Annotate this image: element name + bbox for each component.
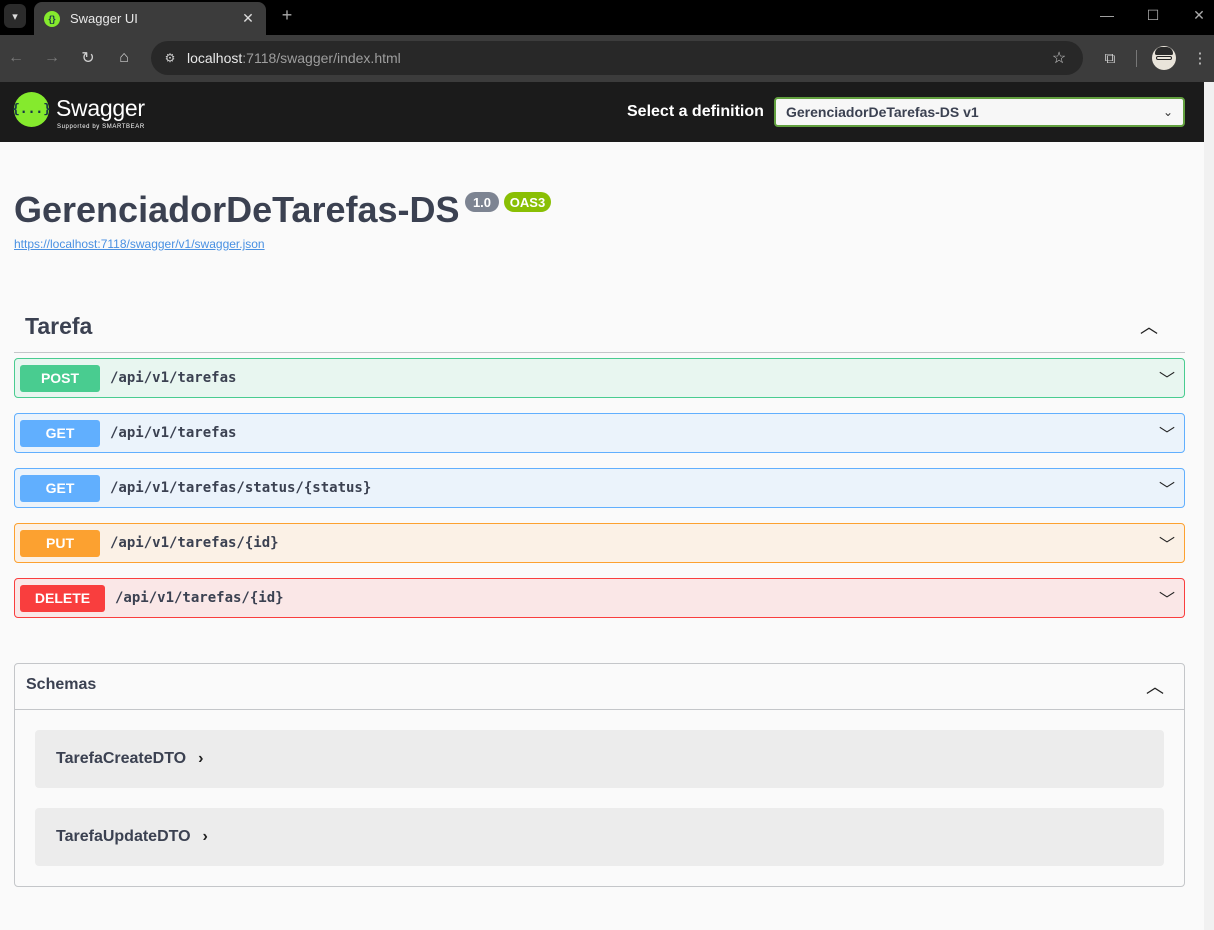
maximize-icon[interactable]: ☐ <box>1130 0 1176 30</box>
avatar-hair <box>1155 47 1173 55</box>
opblock-get-tarefas-status[interactable]: GET /api/v1/tarefas/status/{status} ﹀ <box>14 468 1185 508</box>
close-window-icon[interactable]: ✕ <box>1176 0 1214 30</box>
toolbar-divider <box>1136 50 1137 67</box>
page-scrollbar[interactable] <box>1204 82 1214 930</box>
address-bar[interactable]: ⚙ localhost:7118/swagger/index.html ☆ <box>151 41 1083 75</box>
menu-kebab-icon[interactable]: ⋮ <box>1188 46 1212 70</box>
method-badge: DELETE <box>20 584 105 612</box>
chevron-right-icon[interactable]: › <box>198 750 203 768</box>
back-icon[interactable]: ← <box>4 46 28 70</box>
site-info-icon[interactable]: ⚙ <box>161 49 179 67</box>
model-tarefa-create-dto[interactable]: TarefaCreateDTO › <box>35 730 1164 788</box>
opblock-put-tarefa[interactable]: PUT /api/v1/tarefas/{id} ﹀ <box>14 523 1185 563</box>
version-badge: 1.0 <box>465 192 499 212</box>
chevron-up-icon[interactable]: ︿ <box>1142 674 1168 698</box>
chevron-down-icon[interactable]: ﹀ <box>1154 476 1180 500</box>
tab-close-icon[interactable]: ✕ <box>238 10 258 27</box>
chevron-down-icon[interactable]: ﹀ <box>1154 366 1180 390</box>
operation-path: /api/v1/tarefas/{id} <box>110 535 279 551</box>
oas-badge: OAS3 <box>504 192 551 212</box>
avatar-glasses <box>1156 56 1172 60</box>
method-badge: GET <box>20 419 100 447</box>
chevron-down-icon[interactable]: ﹀ <box>1154 531 1180 555</box>
opblock-post-tarefas[interactable]: POST /api/v1/tarefas ﹀ <box>14 358 1185 398</box>
profile-avatar[interactable] <box>1152 46 1176 70</box>
bookmark-star-icon[interactable]: ☆ <box>1049 48 1069 68</box>
opblock-delete-tarefa[interactable]: DELETE /api/v1/tarefas/{id} ﹀ <box>14 578 1185 618</box>
chevron-right-icon[interactable]: › <box>203 828 208 846</box>
divider <box>14 352 1185 353</box>
operation-path: /api/v1/tarefas/status/{status} <box>110 480 372 496</box>
tab-search-icon[interactable]: ▾ <box>4 4 26 28</box>
schemas-header[interactable]: Schemas ︿ <box>15 664 1184 710</box>
definition-label: Select a definition <box>627 103 764 120</box>
chevron-up-icon[interactable]: ︿ <box>1136 314 1162 338</box>
new-tab-icon[interactable]: + <box>276 4 298 26</box>
forward-icon[interactable]: → <box>40 46 64 70</box>
definition-selected-value: GerenciadorDeTarefas-DS v1 <box>786 104 979 120</box>
swagger-logo-text[interactable]: Swagger <box>56 95 145 122</box>
url-text[interactable]: localhost:7118/swagger/index.html <box>187 50 1049 66</box>
method-badge: GET <box>20 474 100 502</box>
schemas-section: Schemas ︿ TarefaCreateDTO › TarefaUpdate… <box>14 663 1185 887</box>
minimize-icon[interactable]: — <box>1084 0 1130 30</box>
browser-tab-bar: ▾ {} Swagger UI ✕ + — ☐ ✕ <box>0 0 1214 35</box>
tag-title[interactable]: Tarefa <box>25 313 92 340</box>
home-icon[interactable]: ⌂ <box>112 46 136 70</box>
page-title: GerenciadorDeTarefas-DS <box>14 189 460 230</box>
definition-select[interactable]: GerenciadorDeTarefas-DS v1 ⌄ <box>774 97 1185 127</box>
swagger-favicon-icon: {} <box>44 10 60 27</box>
swagger-logo-icon[interactable]: {...} <box>12 92 51 127</box>
method-badge: POST <box>20 364 100 392</box>
model-name: TarefaCreateDTO <box>56 750 187 767</box>
extensions-icon[interactable]: ⧉ <box>1098 46 1122 70</box>
schemas-title: Schemas <box>26 676 97 693</box>
model-name: TarefaUpdateDTO <box>56 828 191 845</box>
tab-title: Swagger UI <box>70 11 138 26</box>
model-tarefa-update-dto[interactable]: TarefaUpdateDTO › <box>35 808 1164 866</box>
chevron-down-icon[interactable]: ﹀ <box>1154 586 1180 610</box>
opblock-get-tarefas[interactable]: GET /api/v1/tarefas ﹀ <box>14 413 1185 453</box>
spec-url-link[interactable]: https://localhost:7118/swagger/v1/swagge… <box>14 237 265 251</box>
operation-path: /api/v1/tarefas <box>110 425 237 441</box>
method-badge: PUT <box>20 529 100 557</box>
url-path: :7118/swagger/index.html <box>242 50 401 66</box>
browser-toolbar: ← → ↻ ⌂ ⚙ localhost:7118/swagger/index.h… <box>0 35 1214 82</box>
operation-path: /api/v1/tarefas/{id} <box>115 590 284 606</box>
operation-path: /api/v1/tarefas <box>110 370 237 386</box>
chevron-down-icon: ⌄ <box>1162 105 1174 119</box>
swagger-topbar: {...} Swagger Supported by SMARTBEAR Sel… <box>0 82 1204 142</box>
chevron-down-icon[interactable]: ﹀ <box>1154 421 1180 445</box>
reload-icon[interactable]: ↻ <box>76 46 100 70</box>
swagger-logo-subtitle: Supported by SMARTBEAR <box>57 124 145 130</box>
browser-tab[interactable]: {} Swagger UI ✕ <box>34 2 266 35</box>
url-host: localhost <box>187 50 243 66</box>
